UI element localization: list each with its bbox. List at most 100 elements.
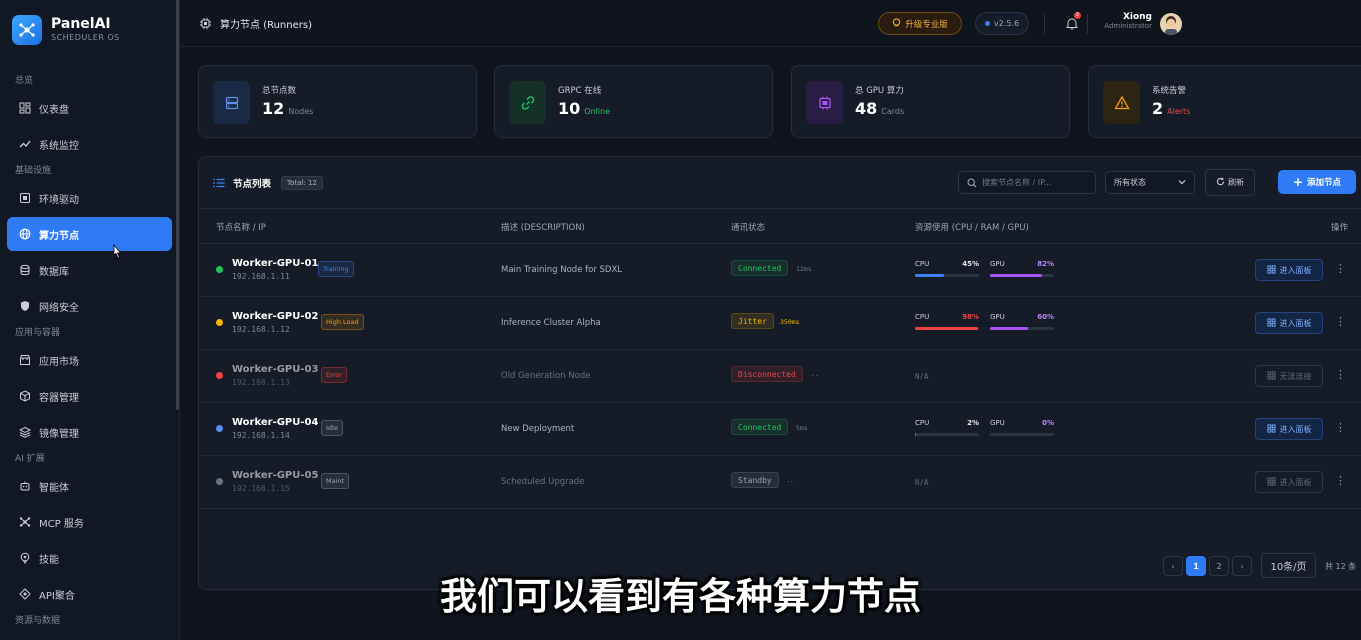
table-row[interactable]: Worker-GPU-05 192.168.1.15 Maint Scheduled … <box>199 456 1361 509</box>
store-icon <box>17 352 33 368</box>
sidebar-item-label: 容器管理 <box>39 392 79 404</box>
page-title-text: 算力节点 (Runners) <box>220 19 312 31</box>
connection-status: Disconnected <box>731 366 803 382</box>
sidebar-item-label: 数据库 <box>39 266 69 278</box>
sidebar-item-images[interactable]: 镜像管理 <box>7 415 172 449</box>
sidebar-item-mcp[interactable]: MCP 服务 <box>7 505 172 539</box>
gpu-percent: 82% <box>1037 260 1054 268</box>
stat-label: 总节点数 <box>262 86 297 96</box>
status-dot <box>984 21 990 26</box>
cpu-label: CPU <box>915 419 930 427</box>
top-bar: 算力节点 (Runners) <box>181 0 1361 47</box>
user-info[interactable]: Xiong Administrator <box>1100 12 1152 30</box>
stat-unit: Online <box>584 107 611 116</box>
enter-panel-button[interactable]: 进入面板 <box>1255 259 1323 281</box>
gpu-label: GPU <box>990 260 1005 268</box>
brand-name: PanelAI <box>51 16 111 32</box>
node-name[interactable]: Worker-GPU-05 <box>232 470 318 481</box>
more-options-icon[interactable]: ⋮ <box>1335 474 1346 487</box>
table-row[interactable]: Worker-GPU-02 192.168.1.12 High Load Infere… <box>199 297 1361 350</box>
box-icon <box>17 388 33 404</box>
sidebar-item-security[interactable]: 网络安全 <box>7 289 172 323</box>
stat-number: 2 <box>1152 99 1164 118</box>
sidebar-scrollbar[interactable] <box>176 0 179 410</box>
sidebar: PanelAI SCHEDULER OS 总览 仪表盘 系统监控 基础设施 环境… <box>0 0 180 640</box>
brand: PanelAI SCHEDULER OS <box>0 0 179 60</box>
gpu-percent: 0% <box>1042 419 1054 427</box>
sidebar-item-agents[interactable]: 智能体 <box>7 469 172 503</box>
upgrade-label: 升级专业版 <box>905 19 948 30</box>
table-row[interactable]: Worker-GPU-03 192.168.1.13 Error Old Genera… <box>199 350 1361 403</box>
enter-panel-button[interactable]: 进入面板 <box>1255 312 1323 334</box>
version-text: v2.5.6 <box>993 19 1020 28</box>
sidebar-item-dashboard[interactable]: 仪表盘 <box>7 91 172 125</box>
more-options-icon[interactable]: ⋮ <box>1335 262 1346 275</box>
node-name[interactable]: Worker-GPU-03 <box>232 364 318 375</box>
node-name[interactable]: Worker-GPU-01 <box>232 258 318 269</box>
gpu-bar-fill <box>990 274 1043 277</box>
status-dot <box>216 372 223 379</box>
cpu-percent: 45% <box>962 260 979 268</box>
plus-icon: + <box>1292 175 1304 189</box>
grid-icon <box>1266 423 1276 435</box>
enter-panel-button[interactable]: 进入面板 <box>1255 418 1323 440</box>
refresh-button[interactable]: 刷新 <box>1205 169 1255 196</box>
status-dot <box>216 319 223 326</box>
notification-button[interactable]: 2 <box>1065 12 1081 34</box>
sidebar-item-appstore[interactable]: 应用市场 <box>7 343 172 377</box>
sidebar-item-database[interactable]: 数据库 <box>7 253 172 287</box>
stat-unit: Cards <box>881 107 905 116</box>
shield-icon <box>17 298 33 314</box>
more-options-icon[interactable]: ⋮ <box>1335 368 1346 381</box>
table-row[interactable]: Worker-GPU-04 192.168.1.14 Idle New Deploym… <box>199 403 1361 456</box>
stat-label: 总 GPU 算力 <box>855 86 904 96</box>
node-name[interactable]: Worker-GPU-02 <box>232 311 318 322</box>
search-box <box>958 171 1096 194</box>
layers-icon <box>17 424 33 440</box>
enter-panel-button[interactable]: 无法连接 <box>1255 365 1323 387</box>
upgrade-button[interactable]: 升级专业版 <box>878 12 962 35</box>
add-node-label: 添加节点 <box>1307 178 1342 188</box>
divider <box>1087 14 1088 34</box>
table-row[interactable]: Worker-GPU-01 192.168.1.11 Training Main Tr… <box>199 244 1361 297</box>
connection-status: Connected <box>731 419 789 435</box>
sidebar-item-containers[interactable]: 容器管理 <box>7 379 172 413</box>
more-options-icon[interactable]: ⋮ <box>1335 421 1346 434</box>
grid-icon <box>1266 264 1276 276</box>
sidebar-item-label: 智能体 <box>39 482 69 494</box>
stat-label: GRPC 在线 <box>558 86 602 96</box>
grid-icon <box>1266 476 1276 488</box>
more-options-icon[interactable]: ⋮ <box>1335 315 1346 328</box>
crown-icon <box>892 17 901 30</box>
avatar[interactable] <box>1160 13 1182 35</box>
node-description: New Deployment <box>501 424 575 434</box>
enter-panel-button[interactable]: 进入面板 <box>1255 471 1323 493</box>
bot-icon <box>17 478 33 494</box>
grid-icon <box>1266 317 1276 329</box>
stat-unit: Nodes <box>288 107 314 116</box>
stat-value: 10 Online <box>558 99 610 118</box>
stat-card-gpu: 总 GPU 算力 48 Cards <box>791 65 1070 138</box>
cpu-bar <box>915 274 979 277</box>
search-input[interactable] <box>982 178 1092 187</box>
stat-card-grpc: GRPC 在线 10 Online <box>494 65 773 138</box>
sidebar-item-label: 系统监控 <box>39 140 79 152</box>
network-icon <box>17 514 33 530</box>
video-subtitle: 我们可以看到有各种算力节点 <box>440 575 921 618</box>
page-title: 算力节点 (Runners) <box>199 16 312 31</box>
sidebar-item-runners[interactable]: 算力节点 <box>7 217 172 251</box>
add-node-button[interactable]: + 添加节点 <box>1278 170 1356 194</box>
cpu-percent: 98% <box>962 313 979 321</box>
node-name[interactable]: Worker-GPU-04 <box>232 417 318 428</box>
stat-unit: Alerts <box>1167 107 1191 116</box>
sidebar-item-monitor[interactable]: 系统监控 <box>7 127 172 161</box>
gpu-bar-fill <box>990 327 1029 330</box>
status-filter-select[interactable]: 所有状态 <box>1105 171 1195 194</box>
sidebar-item-drivers[interactable]: 环境驱动 <box>7 181 172 215</box>
column-header: 节点名称 / IP <box>216 223 266 233</box>
node-tag: Idle <box>321 420 343 436</box>
divider <box>1044 14 1045 34</box>
cpu-percent: 2% <box>967 419 979 427</box>
nav-section-ai: AI 扩展 <box>15 454 45 464</box>
sidebar-item-label: MCP 服务 <box>39 518 84 530</box>
